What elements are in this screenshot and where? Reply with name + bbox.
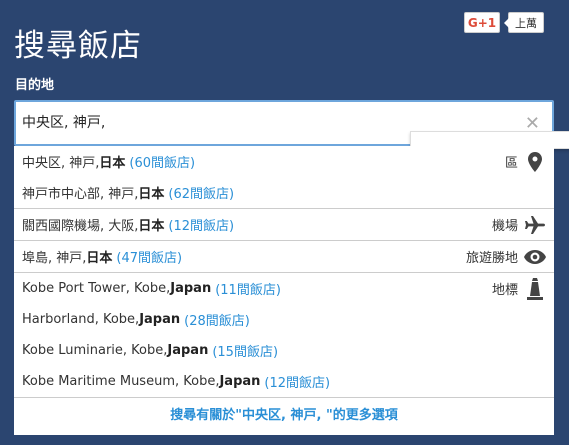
- type-label: 機場: [491, 219, 518, 234]
- suggestion-type: 旅遊勝地: [466, 241, 546, 272]
- destination-label: 目的地: [15, 78, 55, 93]
- suggestion-group-landmark: Kobe Port Tower, Kobe, Japan (11間飯店) 地標 H…: [14, 273, 554, 397]
- airplane-icon: [524, 215, 546, 235]
- map-pin-icon: [524, 151, 546, 172]
- eye-icon: [524, 249, 546, 264]
- more-options-link[interactable]: 搜尋有關於"中央区, 神戸, "的更多選項: [14, 397, 554, 429]
- suggestions-dropdown: 中央区, 神戸, 日本 (60間飯店) 區 神戸市中心部, 神戸, 日本 (62間飯…: [14, 146, 554, 435]
- page-title: 搜尋飯店: [14, 28, 142, 64]
- type-label: 旅遊勝地: [465, 251, 518, 266]
- type-label: 地標: [491, 283, 518, 298]
- suggestion-item[interactable]: Kobe Maritime Museum, Kobe, Japan (12間飯店): [14, 366, 554, 397]
- destination-input[interactable]: [22, 114, 502, 130]
- suggestion-item[interactable]: Harborland, Kobe, Japan (28間飯店): [14, 304, 554, 335]
- google-plus-button[interactable]: G+1: [464, 12, 500, 33]
- suggestion-group-district: 中央区, 神戸, 日本 (60間飯店) 區 神戸市中心部, 神戸, 日本 (62間飯…: [14, 146, 554, 209]
- google-plus-widget: G+1 上萬: [464, 12, 544, 33]
- suggestion-type: 區: [505, 146, 546, 177]
- google-plus-count: 上萬: [504, 12, 544, 33]
- suggestion-group-airport: 關西國際機場, 大阪, 日本 (12間飯店) 機場: [14, 209, 554, 241]
- suggestion-group-attraction: 埠島, 神戸, 日本 (47間飯店) 旅遊勝地: [14, 241, 554, 273]
- suggestion-type: 機場: [492, 209, 546, 240]
- suggestion-item[interactable]: 中央区, 神戸, 日本 (60間飯店) 區: [14, 146, 554, 177]
- suggestion-item[interactable]: 關西國際機場, 大阪, 日本 (12間飯店) 機場: [14, 209, 554, 240]
- suggestion-item[interactable]: 埠島, 神戸, 日本 (47間飯店) 旅遊勝地: [14, 241, 554, 272]
- suggestion-item[interactable]: Kobe Port Tower, Kobe, Japan (11間飯店) 地標: [14, 273, 554, 304]
- suggestion-type: 地標: [492, 273, 546, 304]
- landmark-icon: [524, 277, 546, 300]
- type-label: 區: [504, 156, 518, 171]
- suggestion-item[interactable]: Kobe Luminarie, Kobe, Japan (15間飯店): [14, 335, 554, 366]
- suggestion-item[interactable]: 神戸市中心部, 神戸, 日本 (62間飯店): [14, 177, 554, 208]
